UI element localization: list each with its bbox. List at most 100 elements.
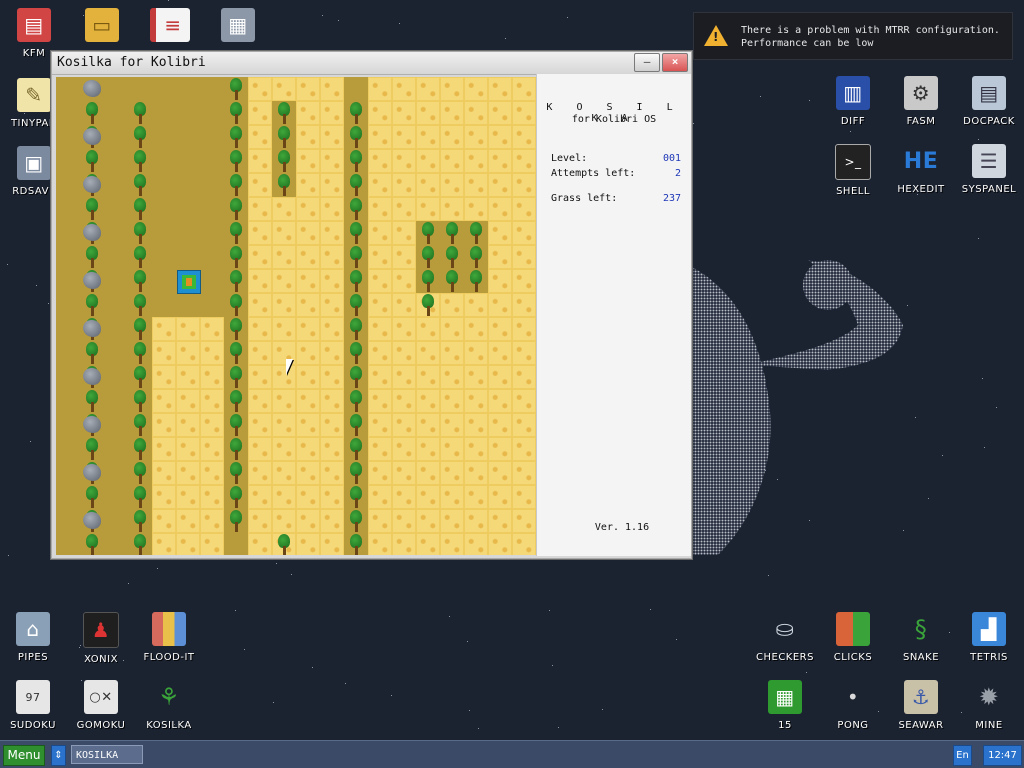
tree-tile xyxy=(224,125,248,149)
grass-tile xyxy=(368,149,392,173)
desktop-icon-folder[interactable]: ▭ xyxy=(70,8,134,48)
tree-tile xyxy=(80,293,104,317)
tree-tile xyxy=(416,269,440,293)
desktop-icon-clicks[interactable]: CLICKS xyxy=(821,612,885,663)
taskbar: Menu ⇕ KOSILKA En 12:47 xyxy=(0,740,1024,768)
desktop-icon-xonix[interactable]: ♟ XONIX xyxy=(69,612,133,665)
minimize-button[interactable]: — xyxy=(634,53,660,72)
game-field[interactable] xyxy=(56,77,536,555)
grass-tile xyxy=(296,77,320,101)
star xyxy=(806,672,807,673)
grass-tile xyxy=(488,149,512,173)
desktop-icon-tetris[interactable]: ▟ TETRIS xyxy=(957,612,1021,663)
info-panel: K O S I L K A for Kolibri OS Level: 001 … xyxy=(536,74,691,556)
mowed-tile xyxy=(56,269,80,293)
tree-tile xyxy=(224,149,248,173)
tree-tile xyxy=(344,221,368,245)
desktop-icon-kosilka[interactable]: ⚘ KOSILKA xyxy=(137,680,201,731)
close-button[interactable]: × xyxy=(662,53,688,72)
desktop-icon-flood-it[interactable]: FLOOD-IT xyxy=(137,612,201,663)
window-titlebar[interactable]: Kosilka for Kolibri — × xyxy=(52,52,691,75)
star xyxy=(676,639,677,640)
desktop-icon-shell[interactable]: >_ SHELL xyxy=(821,144,885,197)
desktop-icon-fasm[interactable]: ⚙ FASM xyxy=(889,76,953,127)
clock[interactable]: 12:47 xyxy=(983,745,1022,766)
checkers-icon: ⛀ xyxy=(775,616,795,642)
grass-tile xyxy=(200,461,224,485)
grass-tile xyxy=(512,125,536,149)
grass-tile xyxy=(512,389,536,413)
grass-tile xyxy=(512,197,536,221)
star xyxy=(978,139,979,140)
star xyxy=(467,641,468,642)
pong-icon: • xyxy=(846,685,860,709)
desktop-icon-diff[interactable]: ▥ DIFF xyxy=(821,76,885,127)
tree-tile xyxy=(272,101,296,125)
mowed-tile xyxy=(152,77,176,101)
desktop-icon-hexedit[interactable]: HE HEXEDIT xyxy=(889,144,953,196)
desktop-icon-seawar[interactable]: ⚓ SEAWAR xyxy=(889,680,953,731)
grass-tile xyxy=(176,461,200,485)
desktop-icon-checkers[interactable]: ⛀ CHECKERS xyxy=(753,612,817,664)
grass-tile xyxy=(248,149,272,173)
clicks-icon xyxy=(836,612,870,646)
grass-tile xyxy=(392,389,416,413)
mowed-tile xyxy=(104,77,128,101)
rock-tile xyxy=(80,317,104,341)
desktop-icon-calculator[interactable]: ▦ xyxy=(206,8,270,48)
star xyxy=(449,616,450,617)
desktop-icon-15[interactable]: ▦ 15 xyxy=(753,680,817,731)
grass-tile xyxy=(200,389,224,413)
grass-tile xyxy=(392,509,416,533)
rock-tile xyxy=(80,77,104,101)
grass-tile xyxy=(464,461,488,485)
tree-tile xyxy=(344,389,368,413)
desktop-icon-mine[interactable]: ✹ MINE xyxy=(957,680,1021,731)
mowed-tile xyxy=(56,149,80,173)
grass-tile xyxy=(296,221,320,245)
rock-tile xyxy=(80,221,104,245)
grass-tile xyxy=(368,509,392,533)
grass-tile xyxy=(392,197,416,221)
tree-tile xyxy=(344,293,368,317)
grass-tile xyxy=(152,341,176,365)
grass-tile xyxy=(368,101,392,125)
desktop-icon-pipes[interactable]: ⌂ PIPES xyxy=(1,612,65,663)
xonix-icon: ♟ xyxy=(83,612,119,648)
rock-tile xyxy=(80,509,104,533)
desktop-icon-book[interactable]: ≡ xyxy=(138,8,202,48)
tree-tile xyxy=(272,533,296,555)
lawn-mower-icon: ⚘ xyxy=(157,683,180,711)
grass-tile xyxy=(440,197,464,221)
desktop-icon-pong[interactable]: • PONG xyxy=(821,680,885,731)
grass-tile xyxy=(368,413,392,437)
grass-tile xyxy=(512,101,536,125)
rock-tile xyxy=(80,413,104,437)
language-indicator[interactable]: En xyxy=(953,745,972,766)
tetris-icon: ▟ xyxy=(972,612,1006,646)
grass-tile xyxy=(272,509,296,533)
desktop-icon-sudoku[interactable]: 97 SUDOKU xyxy=(1,680,65,731)
switch-arrows-icon[interactable]: ⇕ xyxy=(51,745,66,766)
grass-label: Grass left: xyxy=(551,193,618,204)
mowed-tile xyxy=(200,77,224,101)
desktop-icon-syspanel[interactable]: ☰ SYSPANEL xyxy=(957,144,1021,195)
kosilka-window[interactable]: Kosilka for Kolibri — × K O S I L K A fo… xyxy=(51,51,692,559)
desktop-icon-docpack[interactable]: ▤ DOCPACK xyxy=(957,76,1021,127)
task-kosilka[interactable]: KOSILKA xyxy=(71,745,143,764)
grass-tile xyxy=(512,413,536,437)
desktop-icon-snake[interactable]: § SNAKE xyxy=(889,612,953,663)
grass-tile xyxy=(416,437,440,461)
grass-tile xyxy=(392,245,416,269)
mowed-tile xyxy=(104,437,128,461)
mtrr-warning-notification[interactable]: ! There is a problem with MTRR configura… xyxy=(693,12,1013,60)
planet-artwork xyxy=(688,260,903,555)
warning-icon: ! xyxy=(704,25,728,46)
grass-tile xyxy=(320,485,344,509)
desktop-icon-gomoku[interactable]: ○✕ GOMOKU xyxy=(69,680,133,731)
grass-tile xyxy=(440,125,464,149)
game-subtitle: for Kolibri OS xyxy=(571,114,657,125)
star xyxy=(850,131,851,132)
grass-tile xyxy=(296,485,320,509)
menu-button[interactable]: Menu xyxy=(3,745,45,766)
